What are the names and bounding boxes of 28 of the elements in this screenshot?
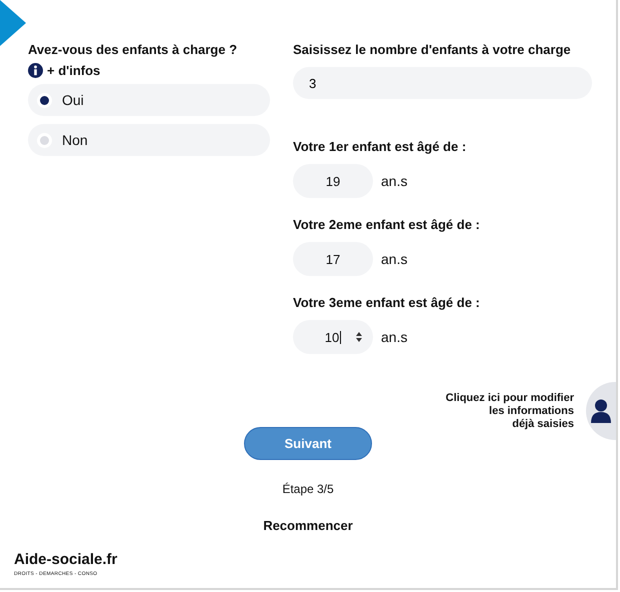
corner-triangle-icon [0,0,26,46]
radio-option[interactable]: Non [28,124,270,156]
age-input-field[interactable]: 10 [293,320,373,354]
unit-label: an.s [381,173,408,189]
radio-button[interactable] [37,132,52,148]
more-info-link[interactable]: + d'infos [47,63,100,78]
question-label: Avez-vous des enfants à charge ? [28,42,238,58]
person-icon [591,399,611,423]
edit-hint-text[interactable]: Cliquez ici pour modifier les informations déjà saisies [446,392,574,430]
age-label: Votre 3eme enfant est âgé de : [293,295,481,311]
count-input-field[interactable]: 3 [293,67,592,99]
age-label: Votre 1er enfant est âgé de : [293,139,468,155]
age-input-field[interactable]: 19 [293,164,373,198]
count-label: Saisissez le nombre d'enfants à votre charge [293,42,572,58]
age-input-field[interactable]: 17 [293,242,373,276]
info-icon [28,63,43,78]
logo-name: Aide-sociale.fr [14,551,118,568]
age-label: Votre 2eme enfant est âgé de : [293,217,481,233]
option-label: Oui [62,92,84,108]
restart-link[interactable]: Recommencer [263,518,353,533]
radio-option[interactable]: Oui [28,84,270,116]
spinner-icon[interactable] [355,331,363,343]
unit-label: an.s [381,329,408,345]
radio-button[interactable] [37,92,52,108]
unit-label: an.s [381,251,408,267]
step-indicator: Étape 3/5 [282,482,334,496]
next-button[interactable]: Suivant [244,427,372,460]
option-label: Non [62,132,88,148]
